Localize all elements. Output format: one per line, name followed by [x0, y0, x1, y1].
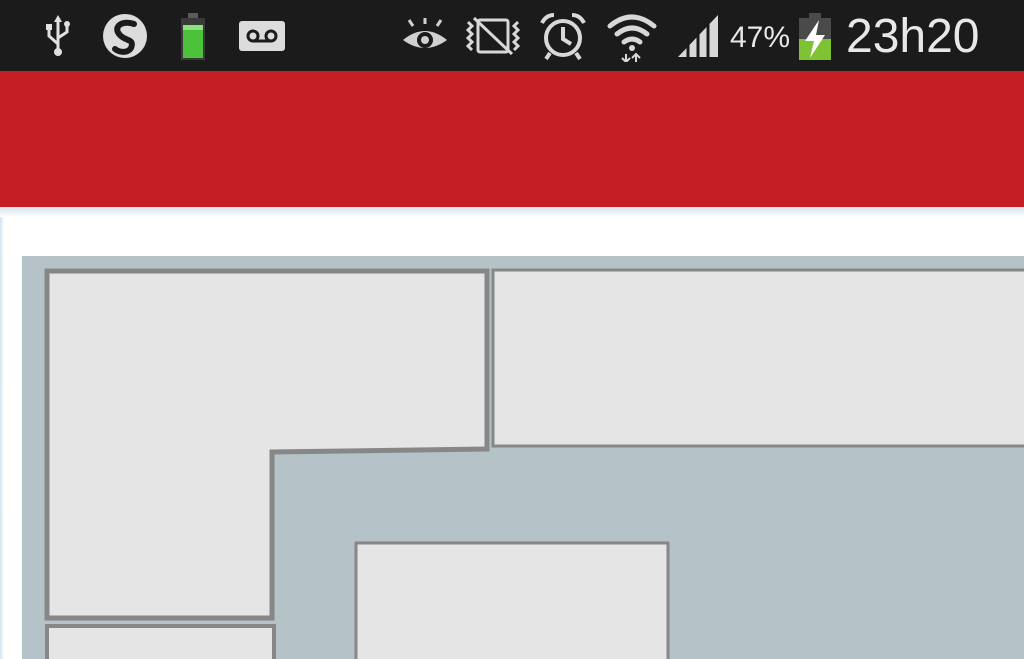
app-bar-shadow — [0, 207, 1024, 217]
voicemail-icon — [236, 0, 288, 71]
wifi-icon — [604, 0, 660, 71]
eye-icon — [400, 0, 450, 71]
sync-icon — [100, 0, 150, 71]
floor-map[interactable] — [22, 256, 1024, 659]
battery-charging-icon — [796, 0, 834, 71]
alarm-icon — [538, 0, 588, 71]
silent-mode-icon — [464, 0, 522, 71]
signal-icon — [676, 0, 720, 71]
usb-icon — [40, 0, 76, 71]
scroll-edge-glow — [0, 217, 4, 659]
app-bar — [0, 71, 1024, 207]
status-bar: 47% 23h20 — [0, 0, 1024, 71]
room-top-right[interactable] — [491, 268, 1024, 448]
room-bottom-left[interactable] — [45, 624, 276, 659]
status-clock: 23h20 — [846, 10, 980, 63]
battery-percentage: 47% — [730, 21, 791, 54]
battery-widget-icon — [176, 0, 210, 71]
room-center[interactable] — [354, 541, 670, 659]
